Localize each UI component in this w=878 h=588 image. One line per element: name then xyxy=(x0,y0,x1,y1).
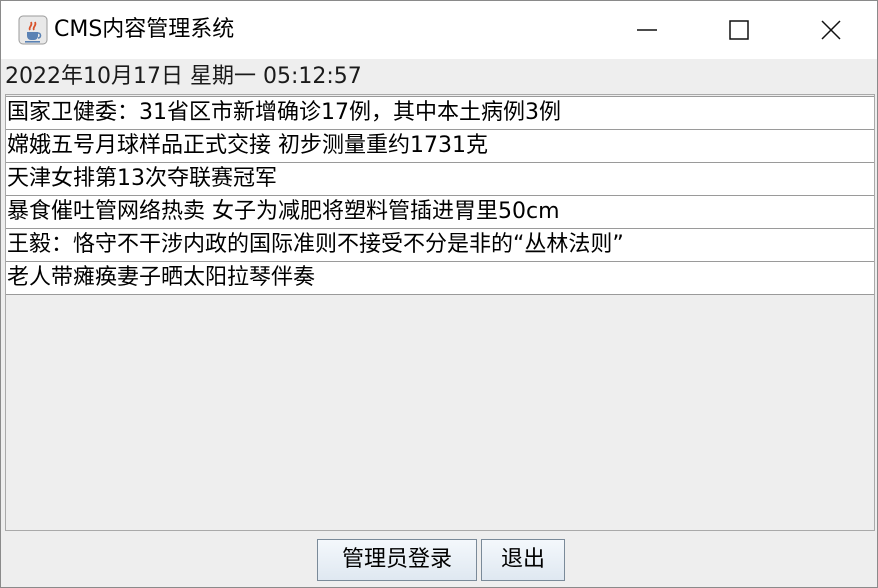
news-item[interactable]: 天津女排第13次夺联赛冠军 xyxy=(6,162,874,196)
news-item[interactable]: 暴食催吐管网络热卖 女子为减肥将塑料管插进胃里50cm xyxy=(6,195,874,229)
app-window: CMS内容管理系统 2022年10月17日 星期一 05:12:57 国家卫健委… xyxy=(0,0,878,588)
maximize-icon xyxy=(729,20,749,40)
window-title: CMS内容管理系统 xyxy=(54,17,235,42)
minimize-icon xyxy=(637,29,657,31)
news-item[interactable]: 老人带瘫痪妻子晒太阳拉琴伴奏 xyxy=(6,261,874,295)
minimize-button[interactable] xyxy=(601,1,693,59)
datetime-label: 2022年10月17日 星期一 05:12:57 xyxy=(5,64,362,89)
admin-login-button[interactable]: 管理员登录 xyxy=(317,539,477,581)
news-item[interactable]: 国家卫健委：31省区市新增确诊17例，其中本土病例3例 xyxy=(6,96,874,130)
close-icon xyxy=(821,20,841,40)
exit-button[interactable]: 退出 xyxy=(481,539,565,581)
maximize-button[interactable] xyxy=(693,1,785,59)
close-button[interactable] xyxy=(785,1,877,59)
news-list[interactable]: 国家卫健委：31省区市新增确诊17例，其中本土病例3例 嫦娥五号月球样品正式交接… xyxy=(5,94,875,531)
button-bar: 管理员登录 退出 xyxy=(1,533,877,587)
java-cup-icon xyxy=(18,15,48,45)
news-item[interactable]: 王毅：恪守不干涉内政的国际准则不接受不分是非的“丛林法则” xyxy=(6,228,874,262)
news-item[interactable]: 嫦娥五号月球样品正式交接 初步测量重约1731克 xyxy=(6,129,874,163)
title-bar[interactable]: CMS内容管理系统 xyxy=(1,1,877,59)
